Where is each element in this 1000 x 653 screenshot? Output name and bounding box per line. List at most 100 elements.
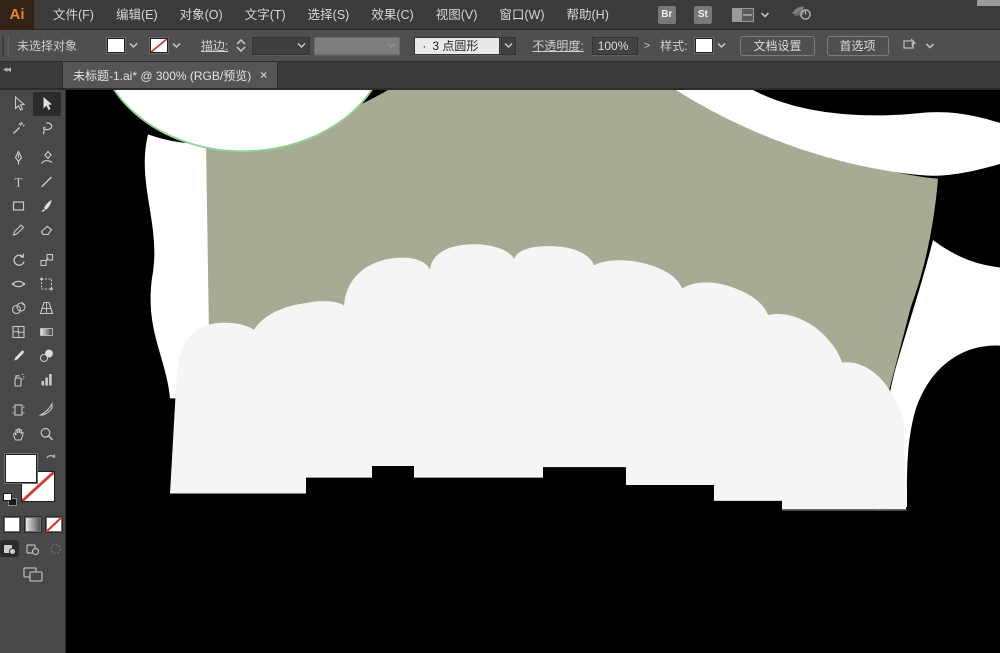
brush-definition-chevron-icon[interactable] — [501, 36, 517, 55]
shape-builder-tool[interactable] — [5, 296, 33, 320]
menu-items: 文件(F) 编辑(E) 对象(O) 文字(T) 选择(S) 效果(C) 视图(V… — [42, 0, 620, 30]
workspace-layout-icon — [731, 7, 754, 22]
artwork — [66, 90, 1000, 653]
menu-view[interactable]: 视图(V) — [425, 0, 489, 30]
selection-tool[interactable] — [5, 92, 33, 116]
control-bar: 未选择对象 描边: · 3 点圆形 不透明度: 100% > 样式: 文档设置 … — [0, 30, 1000, 62]
opacity-input[interactable]: 100% — [591, 36, 638, 55]
width-icon — [11, 280, 26, 288]
tool-group — [0, 398, 65, 446]
fill-color-chevron-icon[interactable] — [127, 38, 140, 53]
color-button[interactable] — [2, 516, 21, 533]
canvas-area[interactable] — [66, 90, 1000, 653]
control-panel-menu[interactable] — [902, 38, 935, 53]
pencil-icon — [12, 224, 25, 236]
curvature-icon — [41, 150, 53, 164]
pen-icon — [14, 150, 23, 165]
swap-fill-stroke-icon[interactable] — [44, 452, 58, 470]
menu-select[interactable]: 选择(S) — [297, 0, 361, 30]
mesh-tool[interactable] — [5, 320, 33, 344]
style-chevron-icon[interactable] — [715, 38, 728, 53]
panel-collapse-strip[interactable]: ◂◂ — [0, 62, 62, 88]
stock-button[interactable]: St — [693, 5, 712, 24]
mesh-icon — [12, 325, 25, 339]
type-tool[interactable]: T — [5, 170, 33, 194]
rotate-tool[interactable] — [5, 248, 33, 272]
draw-normal-button[interactable] — [0, 540, 19, 557]
drawing-mode-buttons — [0, 540, 65, 557]
rectangle-icon — [12, 201, 25, 211]
rectangle-tool[interactable] — [5, 194, 33, 218]
control-bar-grip[interactable] — [2, 34, 9, 57]
stroke-color-swatch[interactable] — [150, 38, 169, 53]
preferences-button[interactable]: 首选项 — [826, 35, 889, 56]
fill-proxy-swatch[interactable] — [5, 454, 37, 483]
pencil-tool[interactable] — [5, 218, 33, 242]
column-graph-tool[interactable] — [33, 368, 61, 392]
line-segment-tool[interactable] — [33, 170, 61, 194]
menu-bar: Ai 文件(F) 编辑(E) 对象(O) 文字(T) 选择(S) 效果(C) 视… — [0, 0, 1000, 30]
brush-definition-select[interactable]: · 3 点圆形 — [414, 36, 501, 55]
scale-tool[interactable] — [33, 248, 61, 272]
opacity-link[interactable]: 不透明度: — [532, 37, 583, 54]
symbol-sprayer-icon — [14, 374, 25, 387]
gradient-button[interactable] — [23, 516, 42, 533]
default-fill-stroke-icon[interactable] — [3, 493, 17, 506]
menu-file[interactable]: 文件(F) — [42, 0, 105, 30]
eyedropper-tool[interactable] — [5, 344, 33, 368]
document-tab[interactable]: 未标题-1.ai* @ 300% (RGB/预览) × — [62, 62, 279, 88]
bridge-button[interactable]: Br — [657, 5, 676, 24]
screen-mode-button[interactable] — [0, 566, 65, 583]
curvature-tool[interactable] — [33, 146, 61, 170]
document-setup-button[interactable]: 文档设置 — [740, 35, 815, 56]
opacity-expand-button[interactable]: > — [644, 40, 650, 52]
style-label: 样式: — [660, 39, 688, 53]
eraser-icon — [40, 225, 53, 236]
blend-icon — [39, 349, 53, 363]
style-swatch[interactable] — [695, 38, 714, 53]
hand-tool[interactable] — [5, 422, 33, 446]
direct-selection-tool[interactable] — [32, 92, 61, 116]
menu-edit[interactable]: 编辑(E) — [105, 0, 169, 30]
shape-builder-icon — [11, 301, 26, 315]
brush-bullet: · — [422, 38, 427, 53]
zoom-tool[interactable] — [33, 422, 61, 446]
stroke-weight-link[interactable]: 描边: — [201, 37, 228, 54]
slice-icon — [38, 402, 53, 416]
menu-type[interactable]: 文字(T) — [234, 0, 297, 30]
pen-tool[interactable] — [5, 146, 33, 170]
collapse-chevrons-icon: ◂◂ — [3, 64, 11, 74]
eraser-tool[interactable] — [33, 218, 61, 242]
paintbrush-tool[interactable] — [33, 194, 61, 218]
menu-help[interactable]: 帮助(H) — [556, 0, 620, 30]
menu-object[interactable]: 对象(O) — [169, 0, 234, 30]
column-graph-icon — [41, 374, 52, 386]
blend-tool[interactable] — [33, 344, 61, 368]
menu-effect[interactable]: 效果(C) — [360, 0, 424, 30]
svg-text:T: T — [15, 175, 23, 190]
free-transform-tool[interactable] — [33, 272, 61, 296]
lasso-tool[interactable] — [33, 116, 61, 140]
gradient-tool[interactable] — [33, 320, 61, 344]
type-icon: T — [15, 175, 23, 190]
tab-close-icon[interactable]: × — [260, 68, 267, 82]
slice-tool[interactable] — [33, 398, 61, 422]
window-edge-artifact — [977, 0, 1000, 6]
workspace-switcher[interactable] — [731, 7, 770, 22]
draw-behind-button[interactable] — [23, 540, 42, 557]
fill-stroke-section — [0, 452, 65, 512]
symbol-sprayer-tool[interactable] — [5, 368, 33, 392]
stroke-color-chevron-icon[interactable] — [170, 38, 183, 53]
none-button[interactable] — [44, 516, 63, 533]
artboard-tool[interactable] — [5, 398, 33, 422]
perspective-grid-tool[interactable] — [33, 296, 61, 320]
width-tool[interactable] — [5, 272, 33, 296]
stroke-weight-select[interactable] — [252, 36, 311, 55]
stroke-weight-stepper[interactable] — [236, 39, 248, 52]
menu-window[interactable]: 窗口(W) — [488, 0, 555, 30]
chevron-down-icon — [760, 11, 770, 19]
cs-live-icon[interactable] — [790, 2, 814, 27]
direct-selection-icon — [43, 97, 52, 110]
fill-color-swatch[interactable] — [107, 38, 126, 53]
magic-wand-tool[interactable] — [5, 116, 33, 140]
